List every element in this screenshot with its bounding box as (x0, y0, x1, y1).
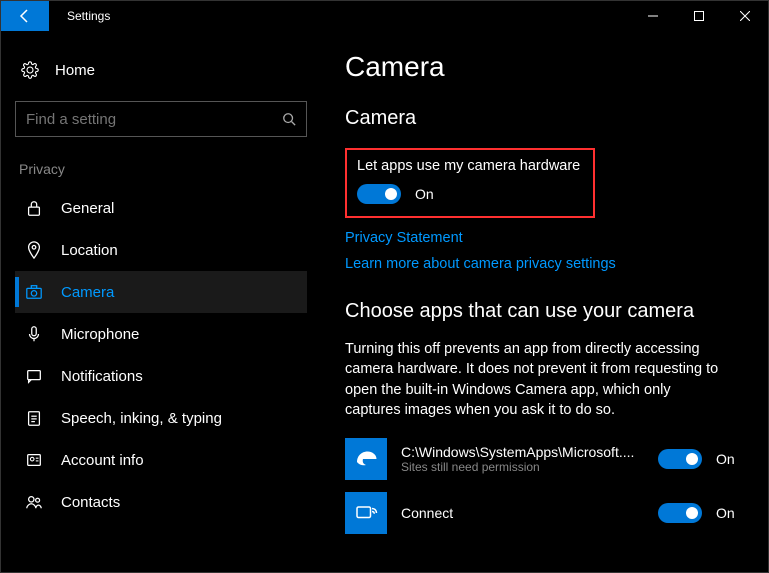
app-subtitle: Sites still need permission (401, 460, 644, 474)
arrow-left-icon (17, 8, 33, 24)
privacy-statement-link[interactable]: Privacy Statement (345, 230, 744, 246)
app-toggle-edge[interactable] (658, 449, 702, 469)
app-toggle-state: On (716, 451, 744, 467)
hardware-toggle[interactable] (357, 184, 401, 204)
app-toggle-connect[interactable] (658, 503, 702, 523)
choose-apps-heading: Choose apps that can use your camera (345, 300, 744, 323)
location-icon (25, 241, 43, 259)
minimize-icon (648, 11, 658, 21)
page-subtitle: Camera (345, 107, 744, 130)
maximize-button[interactable] (676, 1, 722, 31)
app-toggle-state: On (716, 505, 744, 521)
lock-icon (25, 199, 43, 217)
camera-icon (25, 283, 43, 301)
nav-label: Microphone (61, 326, 139, 343)
maximize-icon (694, 11, 704, 21)
toggle-knob (686, 453, 698, 465)
connect-icon (345, 492, 387, 534)
home-button[interactable]: Home (15, 53, 307, 87)
hardware-toggle-state: On (415, 186, 434, 202)
choose-apps-description: Turning this off prevents an app from di… (345, 339, 725, 420)
hardware-toggle-label: Let apps use my camera hardware (357, 158, 583, 174)
nav-label: Camera (61, 284, 114, 301)
nav-label: Contacts (61, 494, 120, 511)
back-button[interactable] (1, 1, 49, 31)
search-input[interactable] (26, 111, 282, 128)
search-box[interactable] (15, 101, 307, 137)
toggle-knob (385, 188, 397, 200)
nav-label: Location (61, 242, 118, 259)
titlebar-spacer[interactable] (110, 1, 630, 31)
toggle-knob (686, 507, 698, 519)
minimize-button[interactable] (630, 1, 676, 31)
nav-label: Speech, inking, & typing (61, 410, 222, 427)
app-name: C:\Windows\SystemApps\Microsoft.... (401, 444, 644, 460)
sidebar-item-camera[interactable]: Camera (15, 271, 307, 313)
sidebar-item-speech[interactable]: Speech, inking, & typing (15, 397, 307, 439)
app-row-edge: C:\Windows\SystemApps\Microsoft.... Site… (345, 438, 744, 480)
content-area: Camera Camera Let apps use my camera har… (321, 31, 768, 572)
nav-label: Account info (61, 452, 144, 469)
sidebar-item-contacts[interactable]: Contacts (15, 481, 307, 523)
gear-icon (21, 61, 39, 79)
app-row-connect: Connect On (345, 492, 744, 534)
contacts-icon (25, 493, 43, 511)
highlight-box: Let apps use my camera hardware On (345, 148, 595, 218)
page-title: Camera (345, 51, 744, 83)
account-icon (25, 451, 43, 469)
sidebar-item-account[interactable]: Account info (15, 439, 307, 481)
window-title: Settings (49, 1, 110, 31)
notifications-icon (25, 367, 43, 385)
sidebar: Home Privacy General Location Camera Mic… (1, 31, 321, 572)
nav-label: Notifications (61, 368, 143, 385)
section-label: Privacy (15, 161, 307, 177)
edge-icon (345, 438, 387, 480)
search-icon (282, 112, 296, 126)
sidebar-item-general[interactable]: General (15, 187, 307, 229)
close-button[interactable] (722, 1, 768, 31)
home-label: Home (55, 62, 95, 79)
close-icon (740, 11, 750, 21)
titlebar: Settings (1, 1, 768, 31)
clipboard-icon (25, 409, 43, 427)
nav-label: General (61, 200, 114, 217)
sidebar-item-notifications[interactable]: Notifications (15, 355, 307, 397)
sidebar-item-microphone[interactable]: Microphone (15, 313, 307, 355)
microphone-icon (25, 325, 43, 343)
learn-more-link[interactable]: Learn more about camera privacy settings (345, 256, 744, 272)
sidebar-item-location[interactable]: Location (15, 229, 307, 271)
app-name: Connect (401, 505, 644, 521)
